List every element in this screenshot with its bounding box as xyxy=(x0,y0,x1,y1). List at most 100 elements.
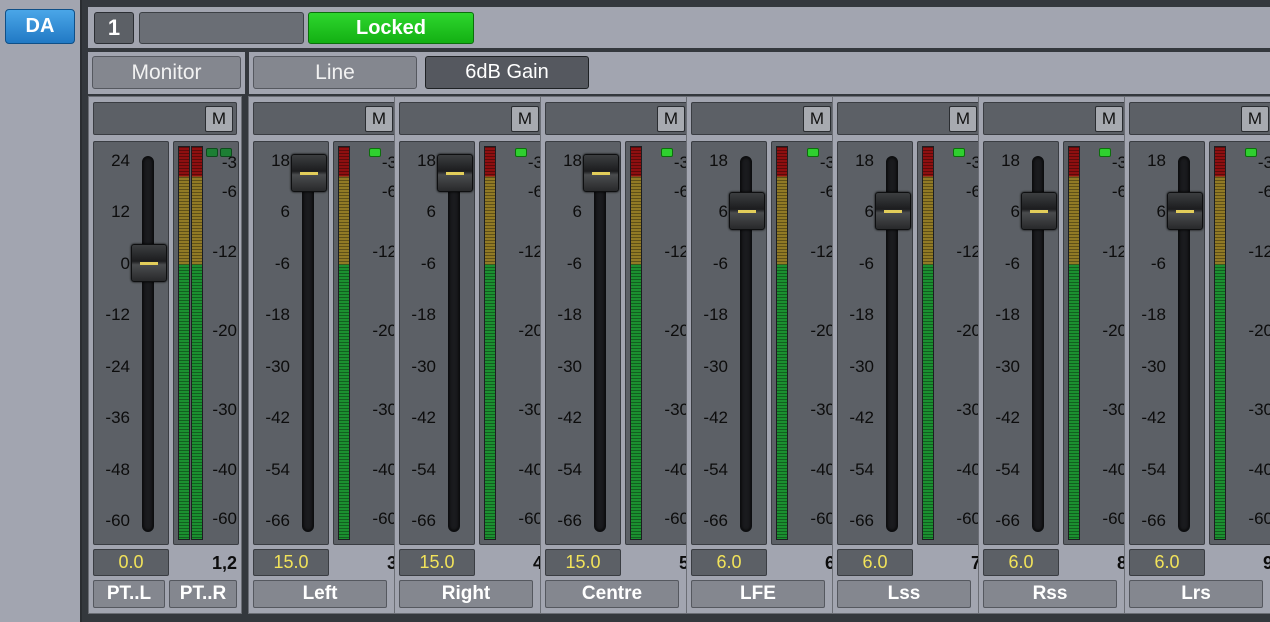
fader-scale-label: 6 xyxy=(572,202,582,221)
slot-number: 1 xyxy=(94,12,134,44)
meter-scale-label: -40 xyxy=(810,460,835,479)
gain-value-field[interactable]: 0.0 xyxy=(93,549,169,576)
fader-knob[interactable] xyxy=(437,154,473,192)
fader-scale-label: -6 xyxy=(712,254,728,273)
meter-scale-label: -6 xyxy=(673,182,689,201)
gain-value-field[interactable]: 15.0 xyxy=(545,549,621,576)
gain-value-field[interactable]: 15.0 xyxy=(253,549,329,576)
monitor-button[interactable]: Monitor xyxy=(92,56,241,89)
meter-scale-label: -6 xyxy=(221,182,237,201)
fader-scale-label: 18 xyxy=(417,151,436,170)
fader-knob[interactable] xyxy=(583,154,619,192)
meter-scale-label: -30 xyxy=(956,400,981,419)
fader-panel: 18 6 -6 -18 -30 -42 -54 -66 xyxy=(983,141,1059,545)
fader-scale-label: 0 xyxy=(120,254,130,273)
fader-knob[interactable] xyxy=(1021,192,1057,230)
channel-name-button[interactable]: Centre xyxy=(545,580,679,608)
fader-knob[interactable] xyxy=(875,192,911,230)
fader-scale-label: -18 xyxy=(849,305,874,324)
level-meter-panel: -3 -6 -12 -20 -30 -40 -60 xyxy=(173,141,239,545)
channel-name-button[interactable]: Right xyxy=(399,580,533,608)
mute-button[interactable]: M xyxy=(657,106,685,132)
channel-number: 9 xyxy=(1262,553,1270,573)
meter-scale-label: -12 xyxy=(212,242,237,261)
channel-name-button[interactable]: Lss xyxy=(837,580,971,608)
fader-scale-label: -36 xyxy=(105,408,130,427)
gain-value-field[interactable]: 6.0 xyxy=(1129,549,1205,576)
mute-button[interactable]: M xyxy=(511,106,539,132)
meter-scale-label: -60 xyxy=(1102,509,1127,528)
fader-scale-label: 6 xyxy=(864,202,874,221)
channel-name-button-left[interactable]: PT..L xyxy=(93,580,165,608)
meter-scale-label: -12 xyxy=(810,242,835,261)
fader-panel: 18 6 -6 -18 -30 -42 -54 -66 xyxy=(691,141,767,545)
meter-scale-label: -3 xyxy=(221,153,237,172)
fader-knob[interactable] xyxy=(729,192,765,230)
mute-button[interactable]: M xyxy=(1095,106,1123,132)
channel-name-button[interactable]: Lrs xyxy=(1129,580,1263,608)
mute-button[interactable]: M xyxy=(803,106,831,132)
channel-strip: M 18 6 -6 -18 -30 -42 -54 -66 -3 -6 -12 -20 -30 -40 -60… xyxy=(248,96,402,614)
fader-track[interactable] xyxy=(594,156,606,532)
channel-name-button-right[interactable]: PT..R xyxy=(169,580,237,608)
mute-button[interactable]: M xyxy=(949,106,977,132)
channel-name-button[interactable]: LFE xyxy=(691,580,825,608)
mute-button[interactable]: M xyxy=(365,106,393,132)
meter-scale-label: -60 xyxy=(212,509,237,528)
fader-scale-label: -6 xyxy=(274,254,290,273)
fader-scale-label: -6 xyxy=(420,254,436,273)
fader-scale-label: -24 xyxy=(105,357,130,376)
mute-bar: M xyxy=(545,102,689,135)
slot-name-field[interactable] xyxy=(139,12,304,44)
fader-scale-label: -42 xyxy=(557,408,582,427)
fader-scale-label: -54 xyxy=(995,460,1020,479)
level-meter xyxy=(922,146,934,540)
mute-button[interactable]: M xyxy=(205,106,233,132)
fader-knob[interactable] xyxy=(131,244,167,282)
fader-scale-label: 24 xyxy=(111,151,130,170)
gain-value-field[interactable]: 6.0 xyxy=(983,549,1059,576)
fader-scale-label: -66 xyxy=(849,511,874,530)
gain-6db-button[interactable]: 6dB Gain xyxy=(425,56,589,89)
da-button[interactable]: DA xyxy=(5,9,75,44)
fader-scale-label: -30 xyxy=(411,357,436,376)
meter-scale-label: -20 xyxy=(664,321,689,340)
fader-track[interactable] xyxy=(142,156,154,532)
fader-scale-label: -30 xyxy=(995,357,1020,376)
channel-name-button[interactable]: Rss xyxy=(983,580,1117,608)
fader-scale-label: 18 xyxy=(855,151,874,170)
fader-track[interactable] xyxy=(302,156,314,532)
meter-scale-label: -40 xyxy=(518,460,543,479)
fader-scale-label: -18 xyxy=(265,305,290,324)
gain-value-field[interactable]: 6.0 xyxy=(837,549,913,576)
fader-scale-label: -48 xyxy=(105,460,130,479)
fader-scale-label: 6 xyxy=(718,202,728,221)
fader-scale-label: -66 xyxy=(1141,511,1166,530)
channel-strip: M 18 6 -6 -18 -30 -42 -54 -66 -3 -6 -12 -20 -30 -40 -60… xyxy=(832,96,986,614)
meter-scale-label: -12 xyxy=(372,242,397,261)
fader-knob[interactable] xyxy=(1167,192,1203,230)
fader-knob[interactable] xyxy=(291,154,327,192)
meter-scale-label: -20 xyxy=(372,321,397,340)
meter-scale-label: -3 xyxy=(527,153,543,172)
fader-scale-label: -60 xyxy=(105,511,130,530)
fader-track[interactable] xyxy=(448,156,460,532)
level-meter-panel: -3 -6 -12 -20 -30 -40 -60 xyxy=(771,141,837,545)
line-button[interactable]: Line xyxy=(253,56,417,89)
mute-button[interactable]: M xyxy=(1241,106,1269,132)
channel-strip: M 18 6 -6 -18 -30 -42 -54 -66 -3 -6 -12 -20 -30 -40 -60… xyxy=(394,96,548,614)
meter-scale-label: -3 xyxy=(819,153,835,172)
meter-scale-label: -30 xyxy=(1248,400,1270,419)
level-meter-panel: -3 -6 -12 -20 -30 -40 -60 xyxy=(333,141,399,545)
meter-scale-label: -60 xyxy=(1248,509,1270,528)
meter-scale-label: -40 xyxy=(1102,460,1127,479)
channel-name-button[interactable]: Left xyxy=(253,580,387,608)
gain-value-field[interactable]: 15.0 xyxy=(399,549,475,576)
fader-scale-label: -18 xyxy=(411,305,436,324)
fader-scale-label: -6 xyxy=(566,254,582,273)
fader-scale-label: -66 xyxy=(703,511,728,530)
fader-scale-label: 18 xyxy=(271,151,290,170)
level-meter xyxy=(630,146,642,540)
gain-value-field[interactable]: 6.0 xyxy=(691,549,767,576)
meter-scale-label: -30 xyxy=(664,400,689,419)
